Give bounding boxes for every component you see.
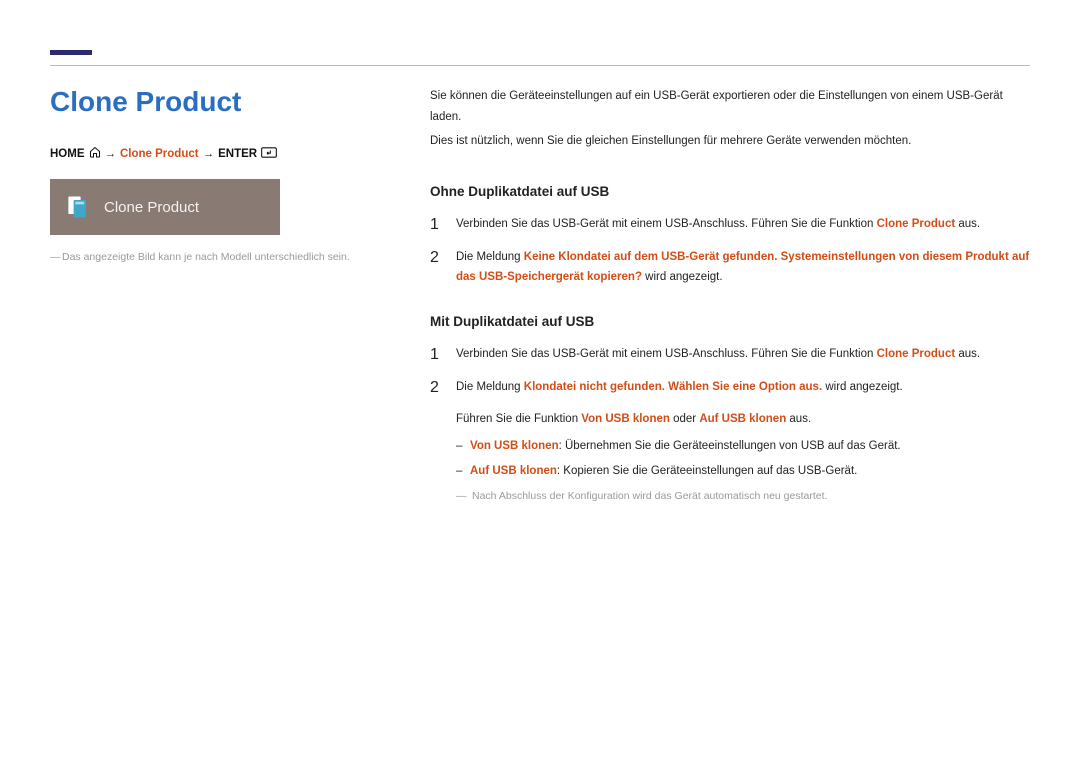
breadcrumb: HOME → Clone Product → ENTER (50, 146, 390, 161)
step-body: Verbinden Sie das USB-Gerät mit einem US… (456, 214, 1030, 236)
dash-list: Von USB klonen: Übernehmen Sie die Gerät… (456, 436, 1030, 481)
step-body: Die Meldung Klondatei nicht gefunden. Wä… (456, 377, 1030, 399)
section-heading-mit: Mit Duplikatdatei auf USB (430, 310, 1030, 334)
intro-paragraph-1: Sie können die Geräteeinstellungen auf e… (430, 86, 1030, 127)
step-body: Verbinden Sie das USB-Gerät mit einem US… (456, 344, 1030, 366)
step-number: 1 (430, 214, 442, 236)
breadcrumb-arrow-1: → (105, 148, 117, 160)
accent-bar (50, 50, 92, 55)
sec2-step-2: 2 Die Meldung Klondatei nicht gefunden. … (430, 377, 1030, 399)
sec1-step-1: 1 Verbinden Sie das USB-Gerät mit einem … (430, 214, 1030, 236)
sec1-step-2: 2 Die Meldung Keine Klondatei auf dem US… (430, 247, 1030, 288)
breadcrumb-enter: ENTER (218, 148, 257, 160)
restart-footnote: Nach Abschluss der Konfiguration wird da… (456, 487, 1030, 506)
intro-paragraph-2: Dies ist nützlich, wenn Sie die gleichen… (430, 131, 1030, 152)
dash-item-von-usb: Von USB klonen: Übernehmen Sie die Gerät… (456, 436, 1030, 457)
clone-product-tile: Clone Product (50, 179, 280, 235)
step-number: 2 (430, 377, 442, 399)
right-column: Sie können die Geräteeinstellungen auf e… (430, 86, 1030, 506)
step-number: 2 (430, 247, 442, 288)
home-icon (89, 146, 101, 161)
top-divider (50, 65, 1030, 66)
left-column: Clone Product HOME → Clone Product → ENT… (50, 86, 390, 506)
enter-icon (261, 147, 277, 161)
section-heading-ohne: Ohne Duplikatdatei auf USB (430, 180, 1030, 204)
sec2-subtext: Führen Sie die Funktion Von USB klonen o… (456, 409, 1030, 430)
step-body: Die Meldung Keine Klondatei auf dem USB-… (456, 247, 1030, 288)
breadcrumb-arrow-2: → (203, 148, 215, 160)
page-title: Clone Product (50, 86, 390, 118)
step-number: 1 (430, 344, 442, 366)
image-disclaimer-note: Das angezeigte Bild kann je nach Modell … (50, 249, 390, 266)
dash-item-auf-usb: Auf USB klonen: Kopieren Sie die Gerätee… (456, 461, 1030, 482)
breadcrumb-home: HOME (50, 148, 85, 160)
tile-label: Clone Product (104, 199, 199, 216)
sec2-step-1: 1 Verbinden Sie das USB-Gerät mit einem … (430, 344, 1030, 366)
clone-product-icon (64, 193, 92, 221)
breadcrumb-clone: Clone Product (120, 148, 199, 160)
